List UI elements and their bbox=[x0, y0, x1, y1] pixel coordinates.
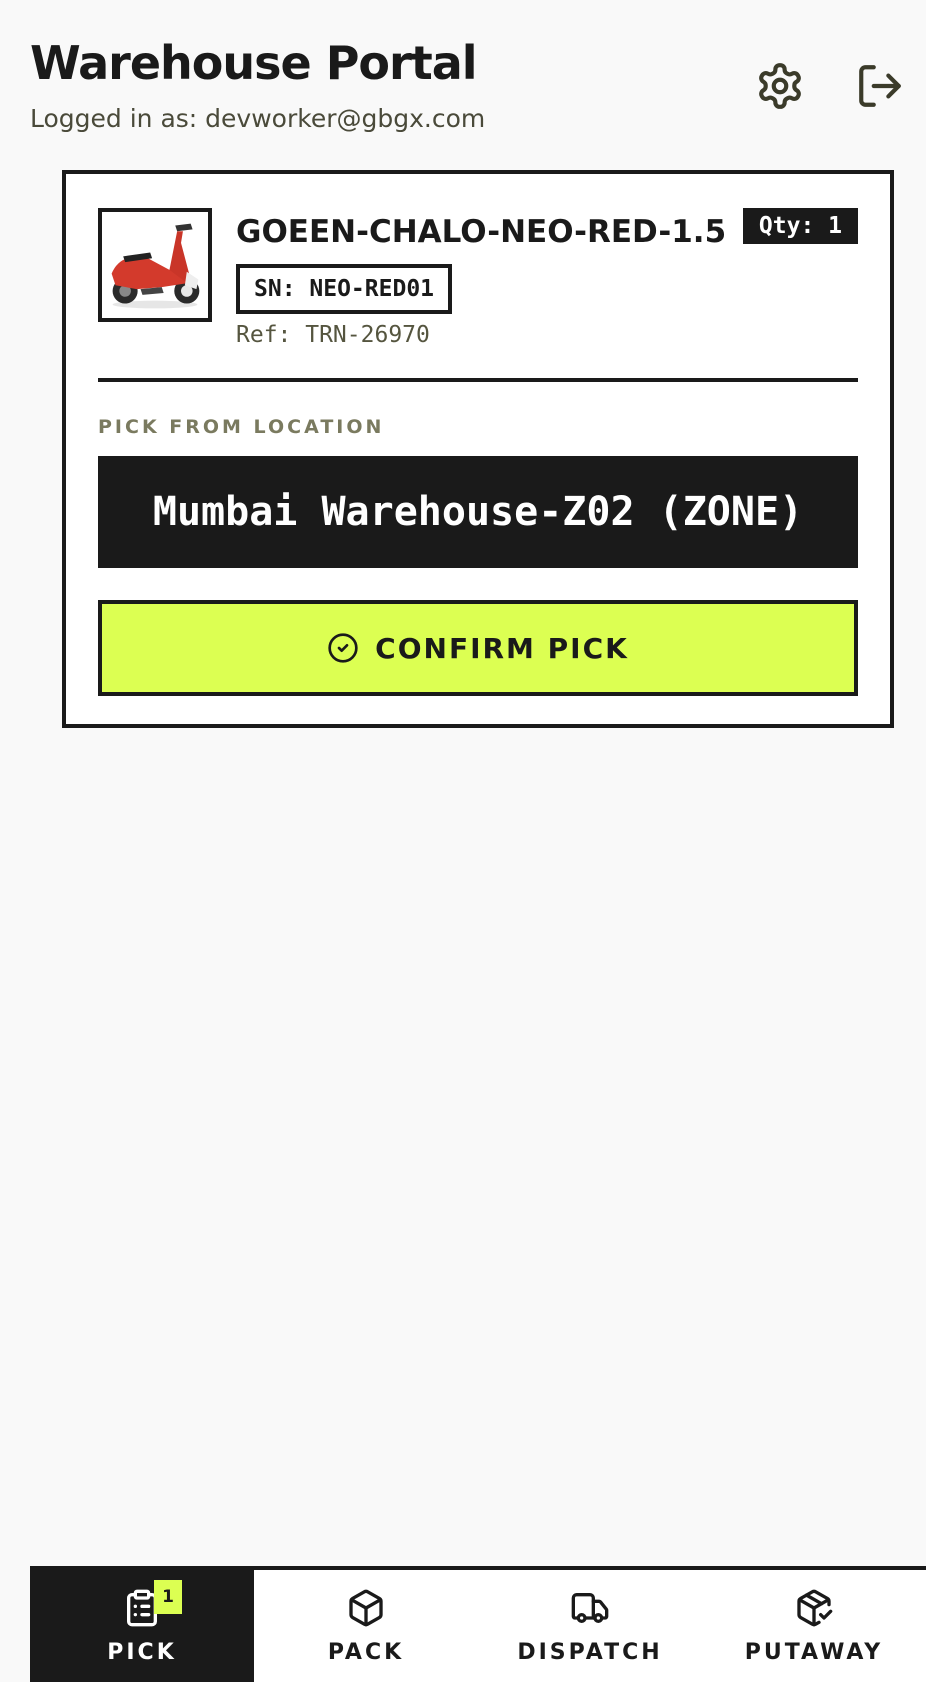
confirm-pick-label: CONFIRM PICK bbox=[375, 631, 629, 665]
box-icon bbox=[349, 1589, 383, 1626]
package-check-icon bbox=[797, 1589, 833, 1626]
tab-dispatch[interactable]: DISPATCH bbox=[478, 1570, 702, 1682]
pick-count-badge: 1 bbox=[154, 1580, 182, 1614]
location-label: PICK FROM LOCATION bbox=[98, 416, 385, 438]
tab-putaway-label: PUTAWAY bbox=[744, 1639, 884, 1665]
check-circle-icon bbox=[328, 633, 358, 663]
tab-dispatch-label: DISPATCH bbox=[517, 1639, 663, 1665]
settings-button[interactable] bbox=[750, 56, 810, 116]
reference-number: Ref: TRN-26970 bbox=[236, 322, 430, 348]
settings-gear-icon bbox=[759, 63, 801, 109]
confirm-pick-button[interactable]: CONFIRM PICK bbox=[98, 600, 858, 696]
product-name: GOEEN-CHALO-NEO-RED-1.5 bbox=[236, 214, 727, 250]
tab-pick-label: PICK bbox=[107, 1639, 177, 1665]
logout-button[interactable] bbox=[850, 56, 910, 116]
app-header: Warehouse Portal Logged in as: devworker… bbox=[30, 30, 910, 140]
tab-pack-label: PACK bbox=[327, 1639, 405, 1665]
tab-pack[interactable]: PACK bbox=[254, 1570, 478, 1682]
product-thumbnail bbox=[98, 208, 212, 322]
card-divider bbox=[98, 378, 858, 382]
pick-location-text: Mumbai Warehouse-Z02 (ZONE) bbox=[152, 489, 804, 535]
logged-in-user: Logged in as: devworker@gbgx.com bbox=[30, 104, 486, 133]
bottom-navigation: 1 PICK PACK DISPATCH PUTAWAY bbox=[30, 1566, 926, 1682]
truck-icon bbox=[571, 1592, 609, 1623]
tab-pick[interactable]: 1 PICK bbox=[30, 1570, 254, 1682]
app-title: Warehouse Portal bbox=[30, 36, 478, 90]
tab-putaway[interactable]: PUTAWAY bbox=[702, 1570, 926, 1682]
scooter-image bbox=[102, 212, 208, 318]
serial-number: SN: NEO-RED01 bbox=[236, 264, 453, 314]
pick-location: Mumbai Warehouse-Z02 (ZONE) bbox=[98, 456, 858, 568]
quantity-badge: Qty: 1 bbox=[742, 208, 858, 244]
pick-task-card: GOEEN-CHALO-NEO-RED-1.5 Qty: 1 SN: NEO-R… bbox=[62, 170, 894, 728]
logout-icon bbox=[859, 65, 901, 107]
